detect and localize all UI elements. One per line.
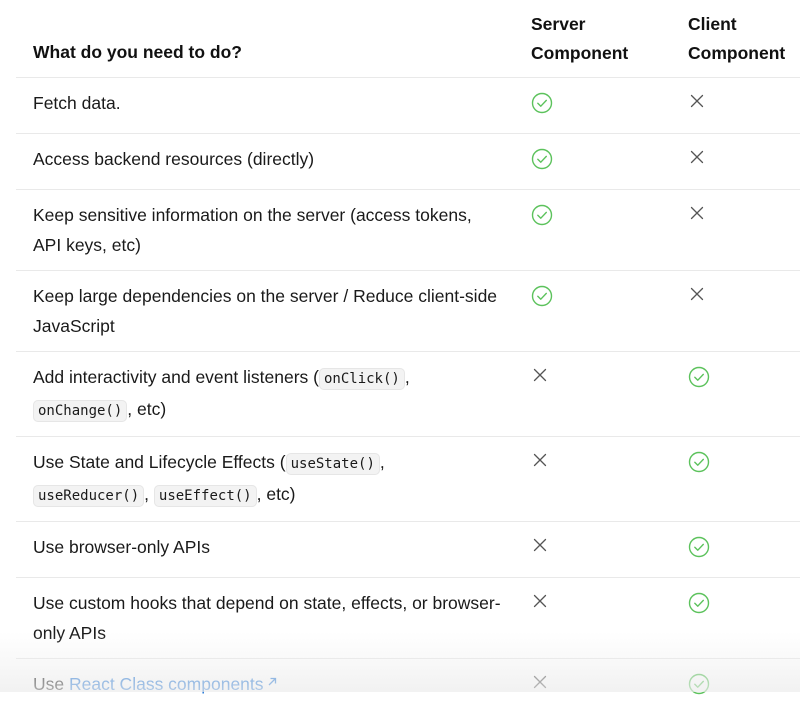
check-circle-icon xyxy=(688,451,710,473)
row-question: Fetch data. xyxy=(16,78,514,134)
code-useeffect: useEffect() xyxy=(154,485,257,507)
server-cell xyxy=(514,437,671,522)
code-onclick: onClick() xyxy=(319,368,405,390)
table-row: Use custom hooks that depend on state, e… xyxy=(16,578,800,659)
server-cell xyxy=(514,659,671,714)
row-question: Access backend resources (directly) xyxy=(16,134,514,190)
row-question: Use custom hooks that depend on state, e… xyxy=(16,578,514,659)
header-server-component: Server Component xyxy=(514,0,671,78)
header-server-line2: Component xyxy=(531,43,628,63)
react-class-components-link[interactable]: React Class components xyxy=(69,674,278,694)
row-text: Use xyxy=(33,674,69,694)
client-cell xyxy=(671,134,800,190)
row-question: Keep large dependencies on the server / … xyxy=(16,271,514,352)
row-text: , xyxy=(380,452,385,472)
link-text: React Class components xyxy=(69,674,264,694)
table-row: Access backend resources (directly) xyxy=(16,134,800,190)
table-row: Use State and Lifecycle Effects (useStat… xyxy=(16,437,800,522)
table-row: Use React Class components xyxy=(16,659,800,714)
row-question: Keep sensitive information on the server… xyxy=(16,190,514,271)
row-text: Add interactivity and event listeners ( xyxy=(33,367,319,387)
check-circle-icon xyxy=(688,536,710,558)
header-server-line1: Server xyxy=(531,14,586,34)
x-icon xyxy=(532,537,548,553)
x-icon xyxy=(689,286,705,302)
row-text: Use State and Lifecycle Effects ( xyxy=(33,452,286,472)
code-usereducer: useReducer() xyxy=(33,485,144,507)
check-circle-icon xyxy=(531,148,553,170)
table-row: Add interactivity and event listeners (o… xyxy=(16,352,800,437)
x-icon xyxy=(689,205,705,221)
client-cell xyxy=(671,659,800,714)
x-icon xyxy=(689,93,705,109)
client-cell xyxy=(671,78,800,134)
table-row: Use browser-only APIs xyxy=(16,522,800,578)
table-row: Keep large dependencies on the server / … xyxy=(16,271,800,352)
check-circle-icon xyxy=(531,92,553,114)
x-icon xyxy=(532,593,548,609)
header-client-line2: Component xyxy=(688,43,785,63)
check-circle-icon xyxy=(531,285,553,307)
server-cell xyxy=(514,271,671,352)
row-text: , etc) xyxy=(257,484,296,504)
table-row: Keep sensitive information on the server… xyxy=(16,190,800,271)
check-circle-icon xyxy=(688,366,710,388)
table-row: Fetch data. xyxy=(16,78,800,134)
x-icon xyxy=(689,149,705,165)
table-header-row: What do you need to do? Server Component… xyxy=(16,0,800,78)
x-icon xyxy=(532,452,548,468)
header-client-line1: Client xyxy=(688,14,737,34)
comparison-page: What do you need to do? Server Component… xyxy=(0,0,800,692)
server-cell xyxy=(514,134,671,190)
server-cell xyxy=(514,578,671,659)
header-question: What do you need to do? xyxy=(16,0,514,78)
row-question: Use State and Lifecycle Effects (useStat… xyxy=(16,437,514,522)
comparison-table: What do you need to do? Server Component… xyxy=(16,0,800,714)
server-cell xyxy=(514,78,671,134)
client-cell xyxy=(671,271,800,352)
client-cell xyxy=(671,437,800,522)
check-circle-icon xyxy=(688,592,710,614)
header-client-component: Client Component xyxy=(671,0,800,78)
check-circle-icon xyxy=(531,204,553,226)
row-text: , xyxy=(405,367,410,387)
row-text: , etc) xyxy=(127,399,166,419)
server-cell xyxy=(514,522,671,578)
row-question: Use React Class components xyxy=(16,659,514,714)
client-cell xyxy=(671,190,800,271)
server-cell xyxy=(514,352,671,437)
code-onchange: onChange() xyxy=(33,400,127,422)
x-icon xyxy=(532,674,548,690)
row-question: Add interactivity and event listeners (o… xyxy=(16,352,514,437)
client-cell xyxy=(671,522,800,578)
x-icon xyxy=(532,367,548,383)
code-usestate: useState() xyxy=(286,453,380,475)
client-cell xyxy=(671,578,800,659)
server-cell xyxy=(514,190,671,271)
client-cell xyxy=(671,352,800,437)
external-link-icon xyxy=(266,676,278,688)
row-text: , xyxy=(144,484,154,504)
row-question: Use browser-only APIs xyxy=(16,522,514,578)
